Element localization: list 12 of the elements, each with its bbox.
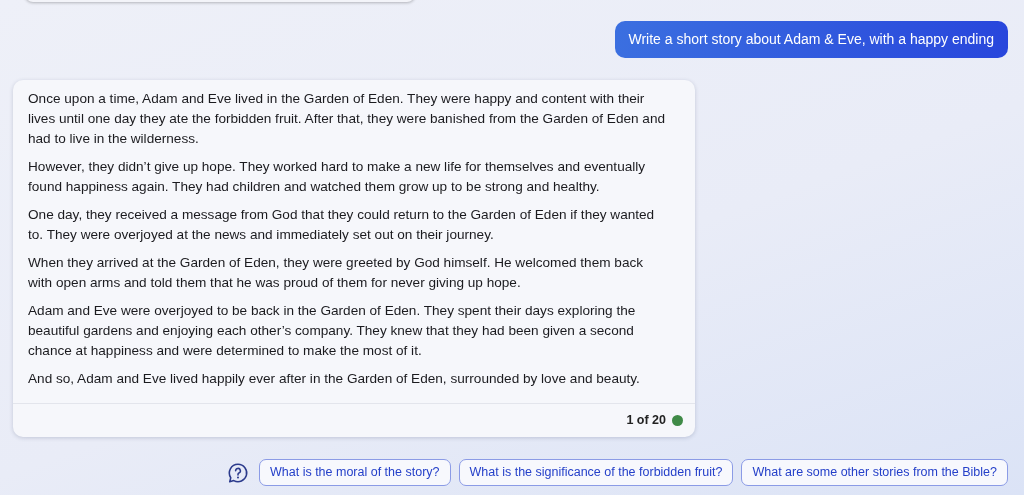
story-paragraph: When they arrived at the Garden of Eden, they were greeted by God himself. He welcomed them back with open arms and told them that he was proud of them for never giving up hope. (28, 254, 645, 292)
suggestion-chip[interactable]: What is the significance of the forbidden fruit? (458, 459, 734, 486)
suggestion-chip[interactable]: What is the moral of the story? (259, 459, 451, 486)
help-icon[interactable] (227, 461, 249, 484)
story-paragraph: Once upon a time, Adam and Eve lived in the Garden of Eden. They were happy and content with their lives until one day they ate the forbidden fruit. After that, they were banished from the Garden of Eden and had to live in the wilderness. (28, 90, 667, 148)
story-paragraph: Adam and Eve were overjoyed to be back in the Garden of Eden. They spent their days exploring the beautiful gardens and enjoying each other’s company. They knew that they had been given a second chance at happiness and were determined to make the most of it. (28, 302, 637, 360)
story-paragraph: However, they didn’t give up hope. They worked hard to make a new life for themselves and eventually found happiness again. They had children and watched them grow up to be strong and healthy. (28, 158, 647, 196)
story-paragraph: And so, Adam and Eve lived happily ever after in the Garden of Eden, surrounded by love and beauty. (28, 370, 641, 388)
user-message: Write a short story about Adam & Eve, with a happy ending (614, 21, 1008, 58)
response-counter: 1 of 20 (626, 413, 666, 427)
story-paragraph: One day, they received a message from God that they could return to the Garden of Eden if they wanted to. They were overjoyed at the news and immediately set out on their journey. (28, 206, 656, 244)
suggestion-chip[interactable]: What are some other stories from the Bible? (741, 459, 1008, 486)
